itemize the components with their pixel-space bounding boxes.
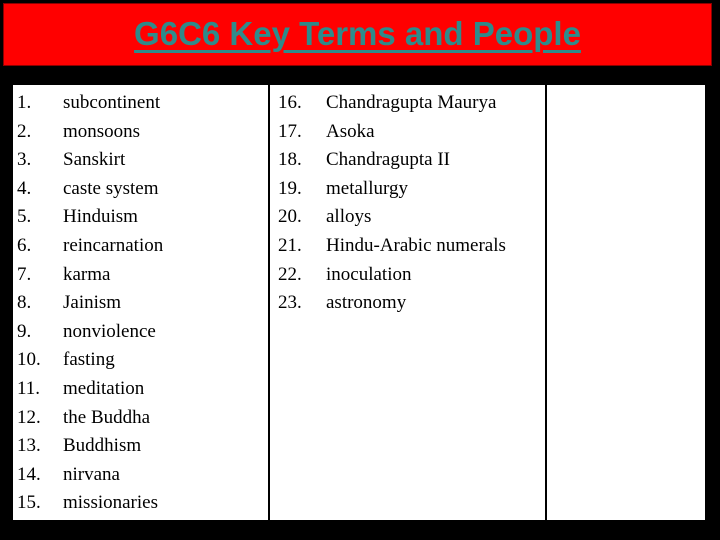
term-label: metallurgy bbox=[326, 177, 408, 199]
term-list-item: 11. meditation bbox=[13, 375, 268, 404]
term-number: 1. bbox=[17, 92, 32, 113]
term-label: the Buddha bbox=[63, 406, 151, 428]
term-label: nirvana bbox=[63, 463, 120, 485]
term-label: reincarnation bbox=[63, 234, 164, 256]
term-label: missionaries bbox=[63, 492, 158, 514]
term-number: 6. bbox=[17, 234, 32, 256]
term-list-item: 2. monsoons bbox=[13, 118, 268, 147]
term-number: 7. bbox=[17, 263, 32, 285]
term-label: meditation bbox=[63, 377, 145, 399]
term-label: Jainism bbox=[63, 292, 122, 314]
term-label: fasting bbox=[63, 349, 115, 371]
term-list-item: 8. Jainism bbox=[13, 289, 268, 318]
term-number: 22. bbox=[278, 263, 302, 285]
term-list-item: 3. Sanskirt bbox=[13, 146, 268, 175]
term-list-item: 5. Hinduism bbox=[13, 203, 268, 232]
term-number: 8. bbox=[17, 292, 32, 314]
terms-column-three bbox=[545, 85, 705, 520]
term-label: astronomy bbox=[326, 292, 407, 314]
term-label: alloys bbox=[326, 206, 372, 228]
page-title: G6C6 Key Terms and People bbox=[134, 14, 581, 52]
terms-column-two: 16. Chandragupta Maurya 17. Asoka 18. Chandra… bbox=[268, 85, 545, 520]
title-banner: G6C6 Key Terms and People bbox=[3, 3, 712, 66]
term-number: 9. bbox=[17, 320, 32, 342]
term-list-item: 19. metallurgy bbox=[270, 175, 545, 204]
term-label: subcontinent bbox=[63, 92, 161, 113]
term-list-item: 10. fasting bbox=[13, 346, 268, 375]
term-number: 21. bbox=[278, 234, 302, 256]
term-label: monsoons bbox=[63, 120, 141, 142]
term-list-item: 6. reincarnation bbox=[13, 232, 268, 261]
term-label: Asoka bbox=[326, 120, 375, 142]
term-list-item: 9. nonviolence bbox=[13, 318, 268, 347]
term-label: Hindu-Arabic numerals bbox=[326, 234, 506, 256]
term-number: 13. bbox=[17, 435, 41, 457]
term-label: karma bbox=[63, 263, 111, 285]
term-number: 17. bbox=[278, 120, 302, 142]
term-label: Sanskirt bbox=[63, 149, 126, 171]
term-label: Chandragupta II bbox=[326, 149, 450, 171]
term-number: 11. bbox=[17, 377, 41, 399]
term-number: 18. bbox=[278, 149, 302, 171]
term-label: Chandragupta Maurya bbox=[326, 92, 497, 113]
term-number: 3. bbox=[17, 149, 32, 171]
term-list-item: 16. Chandragupta Maurya bbox=[270, 89, 545, 118]
term-number: 4. bbox=[17, 177, 32, 199]
term-label: nonviolence bbox=[63, 320, 156, 342]
term-label: Hinduism bbox=[63, 206, 138, 228]
term-list-item: 23. astronomy bbox=[270, 289, 545, 318]
term-number: 16. bbox=[278, 92, 302, 113]
term-label: inoculation bbox=[326, 263, 412, 285]
term-list-item: 12. the Buddha bbox=[13, 404, 268, 433]
term-list-item: 4. caste system bbox=[13, 175, 268, 204]
term-list-item: 1. subcontinent bbox=[13, 89, 268, 118]
term-number: 10. bbox=[17, 349, 41, 371]
term-number: 15. bbox=[17, 492, 41, 514]
term-list-item: 15. missionaries bbox=[13, 489, 268, 518]
term-list-item: 18. Chandragupta II bbox=[270, 146, 545, 175]
term-number: 2. bbox=[17, 120, 32, 142]
term-number: 19. bbox=[278, 177, 302, 199]
term-label: caste system bbox=[63, 177, 159, 199]
term-number: 12. bbox=[17, 406, 41, 428]
term-list-item: 21. Hindu-Arabic numerals bbox=[270, 232, 545, 261]
terms-list-two: 16. Chandragupta Maurya 17. Asoka 18. Chandra… bbox=[270, 89, 545, 318]
term-number: 23. bbox=[278, 292, 302, 314]
term-list-item: 14. nirvana bbox=[13, 461, 268, 490]
term-number: 14. bbox=[17, 463, 41, 485]
term-list-item: 17. Asoka bbox=[270, 118, 545, 147]
term-number: 5. bbox=[17, 206, 32, 228]
term-list-item: 7. karma bbox=[13, 261, 268, 290]
term-label: Buddhism bbox=[63, 435, 142, 457]
term-list-item: 22. inoculation bbox=[270, 261, 545, 290]
slide: G6C6 Key Terms and People 1. subcontinent… bbox=[0, 0, 720, 540]
term-list-item: 20. alloys bbox=[270, 203, 545, 232]
term-number: 20. bbox=[278, 206, 302, 228]
term-list-item: 13. Buddhism bbox=[13, 432, 268, 461]
terms-list-one: 1. subcontinent 2. monsoons 3. Sanskirt 4. cast… bbox=[13, 89, 268, 518]
terms-column-one: 1. subcontinent 2. monsoons 3. Sanskirt 4. cast… bbox=[13, 85, 268, 520]
terms-table: 1. subcontinent 2. monsoons 3. Sanskirt 4. cast… bbox=[13, 85, 705, 520]
